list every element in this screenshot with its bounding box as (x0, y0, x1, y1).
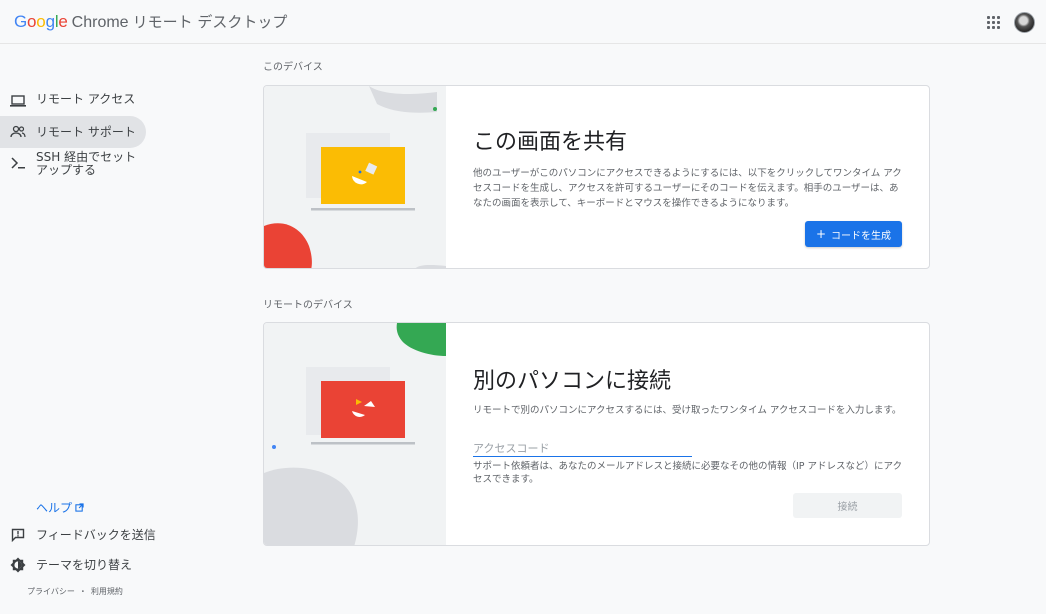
google-letter: o (36, 12, 46, 31)
google-letter: o (27, 12, 37, 31)
feedback-label: フィードバックを送信 (36, 528, 156, 542)
help-link[interactable]: ヘルプ (36, 499, 84, 516)
share-screen-card: この画面を共有 他のユーザーがこのパソコンにアクセスできるようにするには、以下を… (263, 85, 930, 269)
share-illustration (264, 86, 446, 268)
laptop-icon (0, 93, 36, 108)
apps-grid-icon[interactable] (985, 14, 1001, 30)
sidebar-item-ssh-setup[interactable]: SSH 経由でセットアップする (0, 151, 146, 177)
sidebar-item-remote-access[interactable]: リモート アクセス (0, 93, 146, 108)
plus-icon: + (815, 227, 827, 241)
feedback-icon (0, 528, 36, 542)
footer-links: プライバシー ・ 利用規約 (27, 586, 123, 597)
theme-icon (0, 557, 36, 573)
remote-device-label: リモートのデバイス (263, 300, 353, 311)
sidebar-item-label: リモート アクセス (36, 92, 136, 106)
product-name: リモート デスクトップ (132, 13, 288, 31)
privacy-link[interactable]: プライバシー (27, 586, 75, 597)
connect-button[interactable]: 接続 (793, 493, 902, 518)
generate-code-button[interactable]: + コードを生成 (805, 221, 902, 247)
google-letter: G (14, 12, 28, 31)
access-code-input[interactable] (473, 440, 692, 457)
app-header: Google Chrome リモート デスクトップ (0, 0, 1046, 44)
google-wordmark: Google (14, 12, 68, 32)
share-description: 他のユーザーがこのパソコンにアクセスできるようにするには、以下をクリックしてワン… (473, 168, 902, 209)
connect-helper-text: サポート依頼者は、あなたのメールアドレスと接続に必要なその他の情報（IP アドレ… (473, 461, 903, 485)
send-feedback-button[interactable]: フィードバックを送信 (0, 526, 156, 543)
sidebar-item-remote-support[interactable]: リモート サポート (0, 116, 146, 148)
generate-code-label: コードを生成 (831, 230, 892, 242)
sidebar-item-label: SSH 経由でセットアップする (36, 150, 137, 177)
connect-title: 別のパソコンに接続 (473, 369, 672, 394)
connect-illustration (264, 323, 446, 545)
share-title: この画面を共有 (473, 130, 628, 155)
this-device-label: このデバイス (263, 62, 323, 73)
chrome-wordmark: Chrome (71, 14, 129, 31)
toggle-theme-button[interactable]: テーマを切り替え (0, 556, 132, 573)
sidebar-item-label: リモート サポート (36, 124, 136, 139)
people-icon (0, 125, 36, 139)
google-letter: g (45, 12, 55, 31)
open-in-new-icon (75, 503, 84, 512)
connect-card: 別のパソコンに接続 リモートで別のパソコンにアクセスするには、受け取ったワンタイ… (263, 322, 930, 546)
theme-label: テーマを切り替え (36, 558, 133, 572)
account-avatar[interactable] (1014, 12, 1035, 33)
terms-link[interactable]: 利用規約 (91, 586, 123, 597)
connect-description: リモートで別のパソコンにアクセスするには、受け取ったワンタイム アクセスコードを… (473, 405, 902, 416)
google-letter: e (58, 12, 68, 31)
help-label: ヘルプ (36, 501, 73, 515)
app-logo[interactable]: Google Chrome リモート デスクトップ (14, 11, 287, 32)
terminal-icon (0, 151, 36, 170)
footer-separator: ・ (78, 587, 87, 596)
